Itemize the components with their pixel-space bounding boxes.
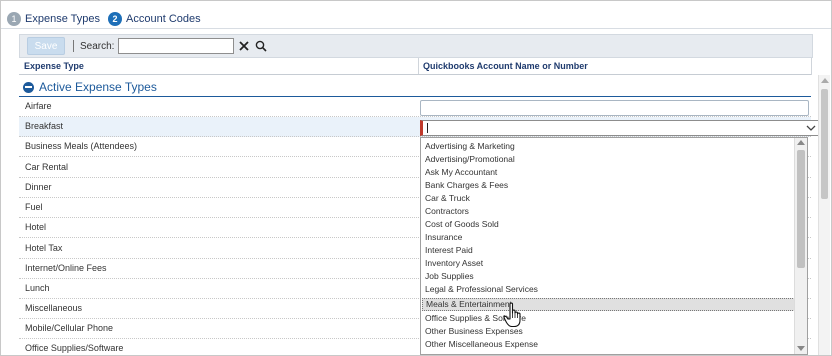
dropdown-option[interactable]: Contractors <box>422 205 805 218</box>
dropdown-option[interactable]: Cost of Goods Sold <box>422 218 805 231</box>
account-dropdown-list[interactable]: Advertising & Marketing Advertising/Prom… <box>420 137 808 355</box>
expense-type-name: Airfare <box>25 101 52 111</box>
search-icon[interactable] <box>254 38 268 54</box>
expense-type-name: Car Rental <box>25 162 69 172</box>
dropdown-option[interactable]: Interest Paid <box>422 244 805 257</box>
header-divider <box>19 74 811 75</box>
table-scrollbar[interactable] <box>818 75 830 355</box>
scroll-thumb[interactable] <box>797 150 805 268</box>
expense-type-name: Internet/Online Fees <box>25 263 107 273</box>
hand-pointer-icon <box>503 302 521 328</box>
account-combobox-breakfast[interactable] <box>420 120 820 136</box>
scroll-up-icon[interactable] <box>797 140 805 145</box>
dropdown-option[interactable]: Car & Truck <box>422 192 805 205</box>
dropdown-option[interactable]: Office Supplies & Software <box>422 312 805 325</box>
chevron-down-icon[interactable] <box>805 122 817 134</box>
expense-type-name: Breakfast <box>25 121 64 131</box>
toolbar-separator <box>73 40 74 52</box>
step-account-codes[interactable]: 2 Account Codes <box>108 12 201 26</box>
dropdown-option[interactable]: Other Business Expenses <box>422 325 805 338</box>
scroll-down-icon[interactable] <box>797 346 805 351</box>
dropdown-option[interactable]: Legal & Professional Services <box>422 283 805 296</box>
dropdown-option-hovered[interactable]: Meals & Entertainment <box>422 298 805 311</box>
close-icon[interactable] <box>237 38 251 54</box>
dropdown-scrollbar[interactable] <box>794 138 807 354</box>
dropdown-option[interactable]: Advertising & Marketing <box>422 140 805 153</box>
expense-type-name: Mobile/Cellular Phone <box>25 323 114 333</box>
search-input[interactable] <box>118 38 235 54</box>
dropdown-option[interactable]: Insurance <box>422 231 805 244</box>
divider <box>1 28 831 29</box>
dropdown-option[interactable]: Inventory Asset <box>422 257 805 270</box>
dropdown-option[interactable]: Bank Charges & Fees <box>422 179 805 192</box>
account-codes-panel: 1 Expense Types 2 Account Codes Save Sea… <box>0 0 832 356</box>
expense-type-name: Miscellaneous <box>25 303 83 313</box>
dropdown-option[interactable]: Other Miscellaneous Expense <box>422 338 805 351</box>
collapse-icon[interactable] <box>23 81 34 93</box>
expense-type-name: Business Meals (Attendees) <box>25 141 138 151</box>
toolbar: Save Search: <box>19 34 813 58</box>
expense-type-name: Hotel <box>25 222 47 232</box>
column-header-expense-type[interactable]: Expense Type <box>24 61 84 75</box>
step-label: Expense Types <box>25 13 101 25</box>
step-number: 2 <box>108 12 123 26</box>
column-header-account[interactable]: Quickbooks Account Name or Number <box>423 61 588 75</box>
save-button[interactable]: Save <box>27 37 65 55</box>
search-label: Search: <box>80 40 115 52</box>
step-expense-types[interactable]: 1 Expense Types <box>7 12 100 26</box>
dropdown-option[interactable]: Ask My Accountant <box>422 166 805 179</box>
expense-type-name: Lunch <box>25 283 50 293</box>
group-label: Active Expense Types <box>39 80 157 94</box>
step-tabs: 1 Expense Types 2 Account Codes <box>7 11 209 27</box>
dropdown-option[interactable]: Advertising/Promotional <box>422 153 805 166</box>
dropdown-option[interactable]: Job Supplies <box>422 270 805 283</box>
column-divider <box>811 58 812 75</box>
expense-type-name: Office Supplies/Software <box>25 343 124 353</box>
group-active-expense-types[interactable]: Active Expense Types <box>23 79 157 95</box>
scroll-up-icon[interactable] <box>821 78 829 83</box>
scroll-thumb[interactable] <box>821 89 828 199</box>
expense-type-name: Fuel <box>25 202 43 212</box>
expense-type-name: Hotel Tax <box>25 243 63 253</box>
expense-type-name: Dinner <box>25 182 52 192</box>
text-caret <box>427 123 428 133</box>
step-number: 1 <box>7 12 21 26</box>
column-divider <box>418 58 419 75</box>
step-label: Account Codes <box>126 13 201 25</box>
account-input-airfare[interactable] <box>420 100 809 116</box>
